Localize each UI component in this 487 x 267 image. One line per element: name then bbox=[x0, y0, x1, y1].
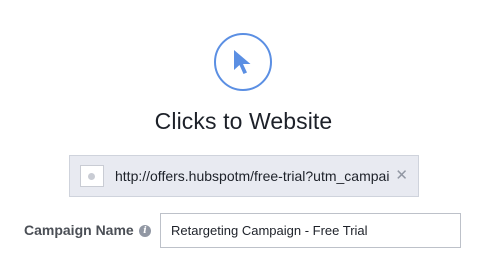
campaign-name-input[interactable] bbox=[160, 213, 461, 248]
info-icon[interactable]: i bbox=[139, 225, 151, 237]
website-url-field[interactable]: http://offers.hubspotm/free-trial?utm_ca… bbox=[69, 155, 419, 197]
objective-title: Clicks to Website bbox=[154, 108, 333, 134]
clear-icon[interactable]: ✕ bbox=[395, 167, 408, 185]
thumbnail-dot bbox=[88, 172, 95, 180]
campaign-name-label: Campaign Name bbox=[24, 222, 134, 238]
objective-icon-circle bbox=[214, 33, 272, 91]
cursor-arrow-icon bbox=[234, 50, 251, 74]
website-url-value[interactable]: http://offers.hubspotm/free-trial?utm_ca… bbox=[115, 168, 390, 184]
image-placeholder-icon bbox=[80, 165, 104, 187]
